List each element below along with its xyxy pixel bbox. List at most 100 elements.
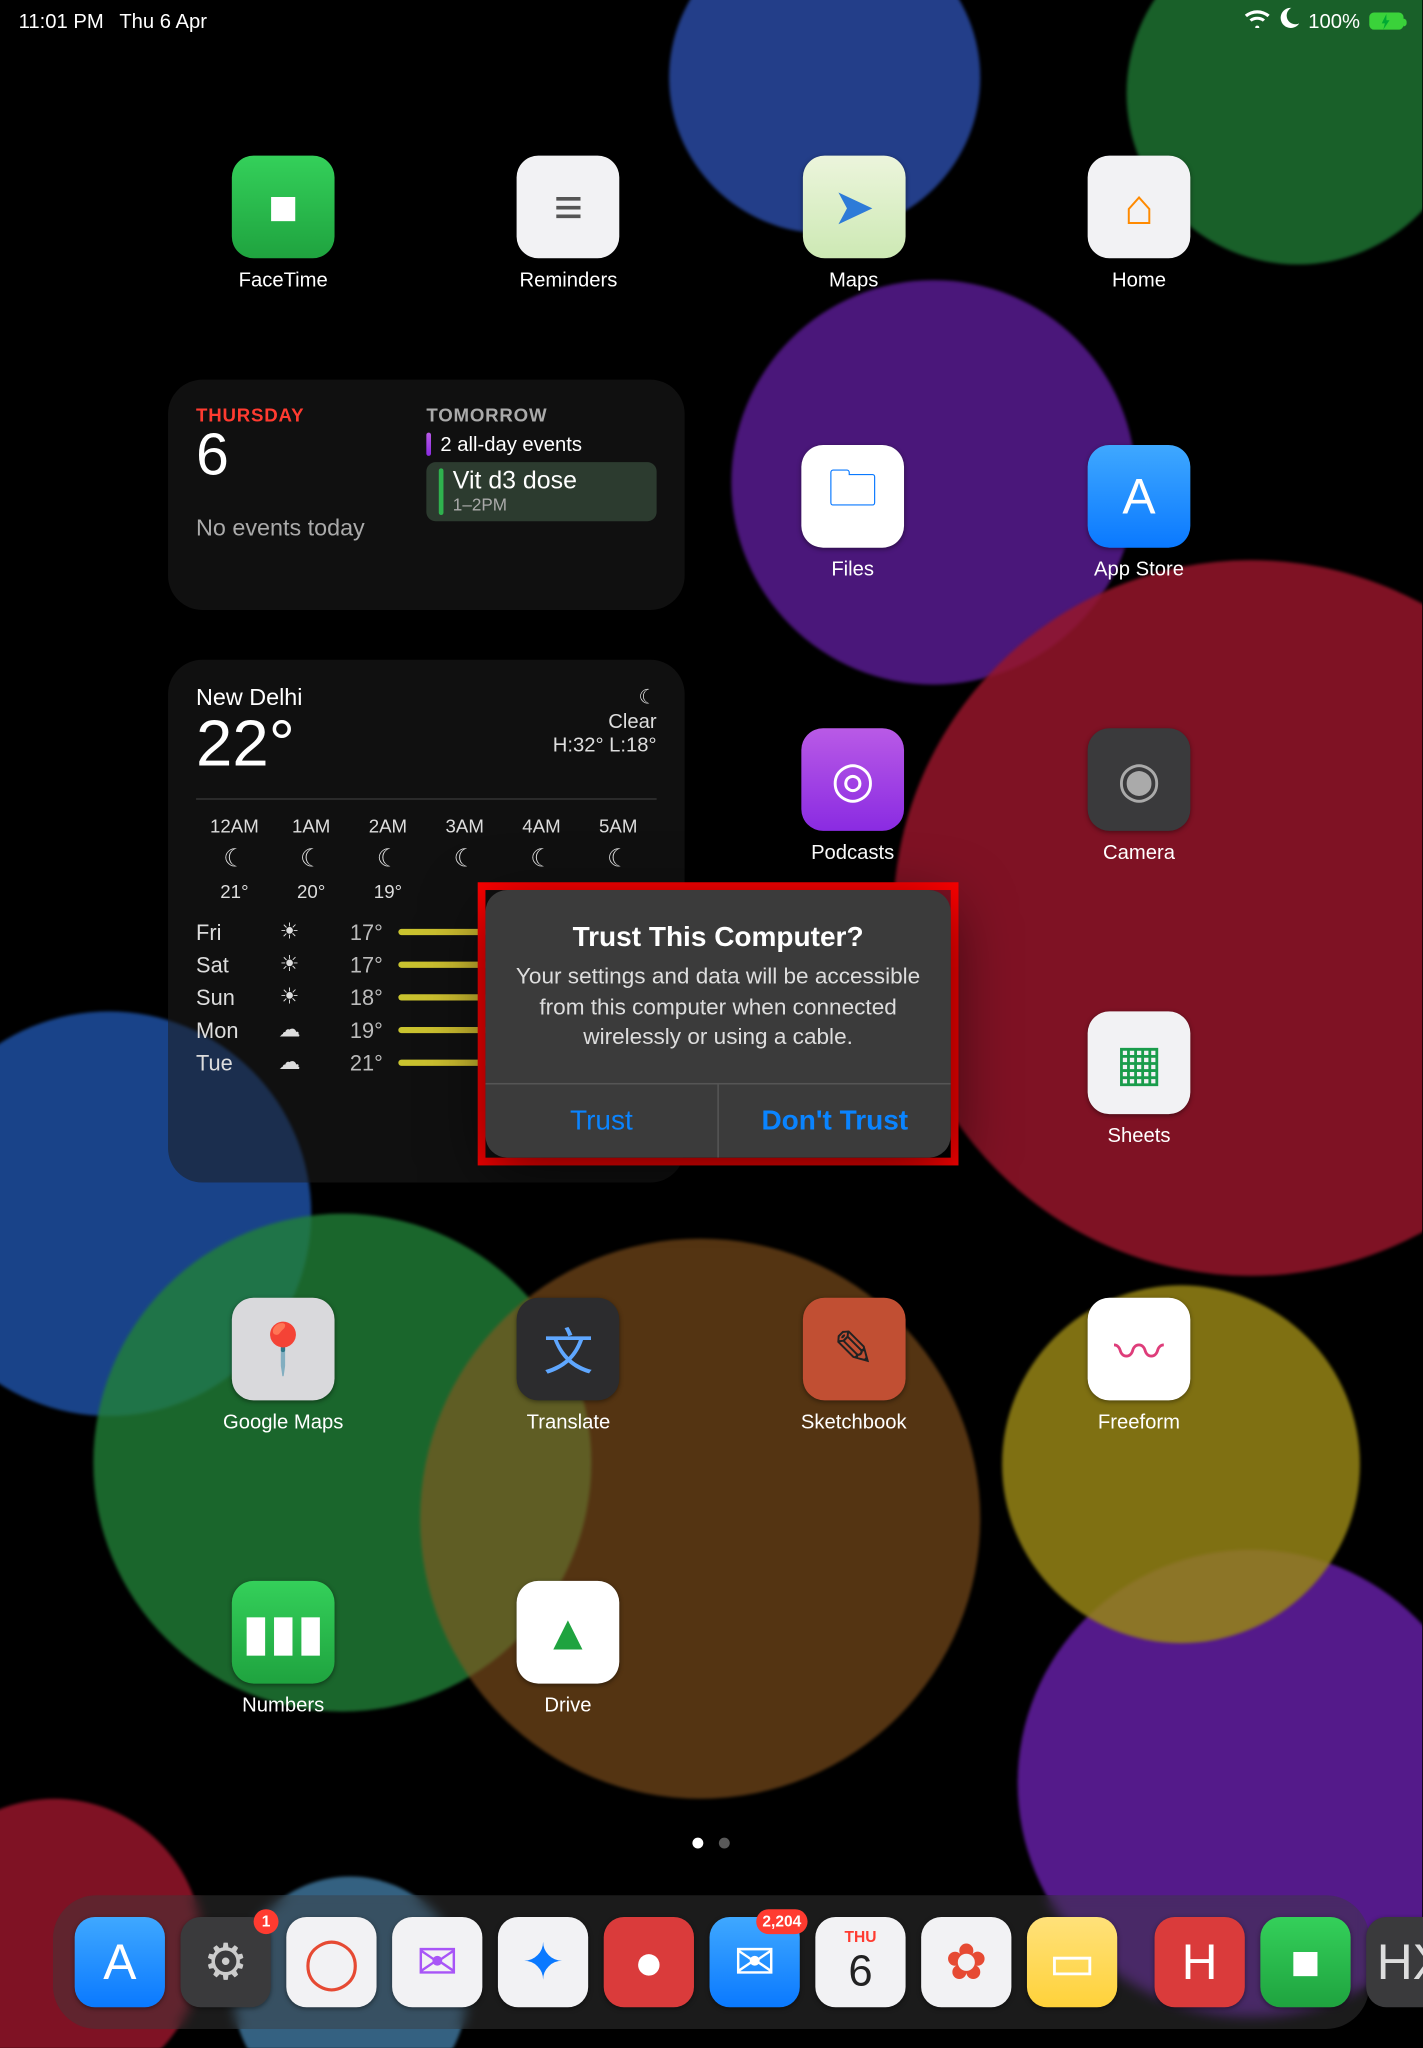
sheets-icon: ▦ — [1088, 1011, 1191, 1114]
maps-icon: ➤ — [802, 156, 905, 259]
page-indicator[interactable] — [692, 1838, 729, 1849]
weather-hilo: H:32° L:18° — [553, 733, 657, 756]
app-mail[interactable]: ✉2,204 — [710, 1917, 800, 2007]
settings-icon: ⚙1 — [180, 1917, 270, 2007]
app-label: Files — [831, 557, 874, 580]
dock: A⚙1◯✉✦●✉2,204THU6✿▭ H■HX⊞ — [53, 1895, 1369, 2029]
app-recorder[interactable]: ● — [604, 1917, 694, 2007]
trust-button[interactable]: Trust — [485, 1084, 717, 1157]
page-dot-1[interactable] — [692, 1838, 703, 1849]
app-translate[interactable]: 文 Translate — [491, 1298, 647, 1433]
calendar-event-time: 1–2PM — [453, 496, 577, 515]
app-podcasts[interactable]: ◎ Podcasts — [775, 728, 931, 863]
app-recent-3[interactable]: HX — [1366, 1917, 1423, 2007]
recent-1-icon: H — [1155, 1917, 1245, 2007]
numbers-icon: ▮▮▮ — [232, 1581, 335, 1684]
calendar-noevents: No events today — [196, 515, 426, 541]
podcasts-icon: ◎ — [801, 728, 904, 831]
app-chrome[interactable]: ◯ — [286, 1917, 376, 2007]
app-label: Camera — [1103, 840, 1175, 863]
calendar-widget[interactable]: THURSDAY 6 No events today TOMORROW 2 al… — [168, 380, 685, 610]
weather-hour: 12AM☾21° — [196, 815, 273, 902]
app-calendar-dock[interactable]: THU6 — [815, 1917, 905, 2007]
app-appstore[interactable]: AApp Store — [1061, 445, 1217, 580]
app-numbers[interactable]: ▮▮▮ Numbers — [205, 1581, 361, 1716]
safari-icon: ✦ — [498, 1917, 588, 2007]
app-label: Home — [1112, 268, 1166, 291]
translate-icon: 文 — [517, 1298, 620, 1401]
app-home[interactable]: ⌂ Home — [1061, 156, 1217, 291]
googlemaps-icon: 📍 — [232, 1298, 335, 1401]
calendar-daynum: 6 — [196, 423, 426, 490]
notes-icon: ▭ — [1027, 1917, 1117, 2007]
app-label: App Store — [1094, 557, 1184, 580]
app-reminders[interactable]: ≡ Reminders — [491, 156, 647, 291]
app-label: Sketchbook — [801, 1410, 907, 1433]
status-time: 11:01 PM — [19, 9, 104, 32]
mail-icon: ✉2,204 — [710, 1917, 800, 2007]
app-files[interactable]: 🗀 Files — [775, 445, 931, 580]
moon-icon — [1279, 8, 1299, 33]
app-freeform[interactable]: 〰 Freeform — [1061, 1298, 1217, 1433]
app-notes[interactable]: ▭ — [1027, 1917, 1117, 2007]
messenger-icon: ✉ — [392, 1917, 482, 2007]
app-sketchbook[interactable]: ✎ Sketchbook — [776, 1298, 932, 1433]
photos-icon: ✿ — [921, 1917, 1011, 2007]
status-bar: 11:01 PM Thu 6 Apr 100% — [0, 0, 1422, 40]
facetime-icon: ■ — [232, 156, 335, 259]
app-camera[interactable]: ◉ Camera — [1061, 728, 1217, 863]
home-icon: ⌂ — [1088, 156, 1191, 259]
app-settings[interactable]: ⚙1 — [180, 1917, 270, 2007]
drive-icon: ▲ — [517, 1581, 620, 1684]
camera-icon: ◉ — [1088, 728, 1191, 831]
app-label: Reminders — [520, 268, 618, 291]
sketchbook-icon: ✎ — [802, 1298, 905, 1401]
app-label: Sheets — [1107, 1123, 1170, 1146]
calendar-dock-icon: THU6 — [815, 1917, 905, 2007]
app-label: Podcasts — [811, 840, 894, 863]
weather-temp: 22° — [196, 711, 302, 776]
trust-alert: Trust This Computer? Your settings and d… — [485, 890, 950, 1157]
chrome-icon: ◯ — [286, 1917, 376, 2007]
badge: 2,204 — [756, 1909, 807, 1934]
freeform-icon: 〰 — [1088, 1298, 1191, 1401]
moon-icon: ☾ — [553, 685, 657, 710]
app-maps[interactable]: ➤ Maps — [776, 156, 932, 291]
weather-hour: 2AM☾19° — [350, 815, 427, 902]
wifi-icon — [1244, 9, 1269, 32]
app-label: Translate — [527, 1410, 611, 1433]
weather-hour: 1AM☾20° — [273, 815, 350, 902]
app-facetime[interactable]: ■FaceTime — [205, 156, 361, 291]
battery-icon — [1369, 12, 1403, 29]
weather-cond: Clear — [553, 710, 657, 733]
app-appstore-dock[interactable]: A — [75, 1917, 165, 2007]
files-icon: 🗀 — [801, 445, 904, 548]
app-label: Drive — [544, 1693, 591, 1716]
annotation-highlight: Trust This Computer? Your settings and d… — [478, 882, 959, 1165]
dont-trust-button[interactable]: Don't Trust — [717, 1084, 950, 1157]
app-label: Maps — [829, 268, 878, 291]
recent-2-icon: ■ — [1260, 1917, 1350, 2007]
badge: 1 — [254, 1909, 279, 1934]
app-photos[interactable]: ✿ — [921, 1917, 1011, 2007]
appstore-dock-icon: A — [75, 1917, 165, 2007]
app-label: Google Maps — [223, 1410, 343, 1433]
calendar-tomorrow-label: TOMORROW — [426, 405, 656, 427]
alert-title: Trust This Computer? — [510, 921, 925, 954]
app-googlemaps[interactable]: 📍 Google Maps — [205, 1298, 361, 1433]
app-safari[interactable]: ✦ — [498, 1917, 588, 2007]
recorder-icon: ● — [604, 1917, 694, 2007]
app-drive[interactable]: ▲ Drive — [490, 1581, 646, 1716]
app-label: Numbers — [242, 1693, 324, 1716]
status-date: Thu 6 Apr — [119, 9, 207, 32]
calendar-event-allday: 2 all-day events — [440, 433, 582, 456]
app-messenger[interactable]: ✉ — [392, 1917, 482, 2007]
reminders-icon: ≡ — [517, 156, 620, 259]
alert-message: Your settings and data will be accessibl… — [510, 963, 925, 1054]
recent-3-icon: HX — [1366, 1917, 1423, 2007]
app-recent-2[interactable]: ■ — [1260, 1917, 1350, 2007]
page-dot-2[interactable] — [719, 1838, 730, 1849]
app-sheets[interactable]: ▦ Sheets — [1061, 1011, 1217, 1146]
app-label: Freeform — [1098, 1410, 1180, 1433]
app-recent-1[interactable]: H — [1155, 1917, 1245, 2007]
